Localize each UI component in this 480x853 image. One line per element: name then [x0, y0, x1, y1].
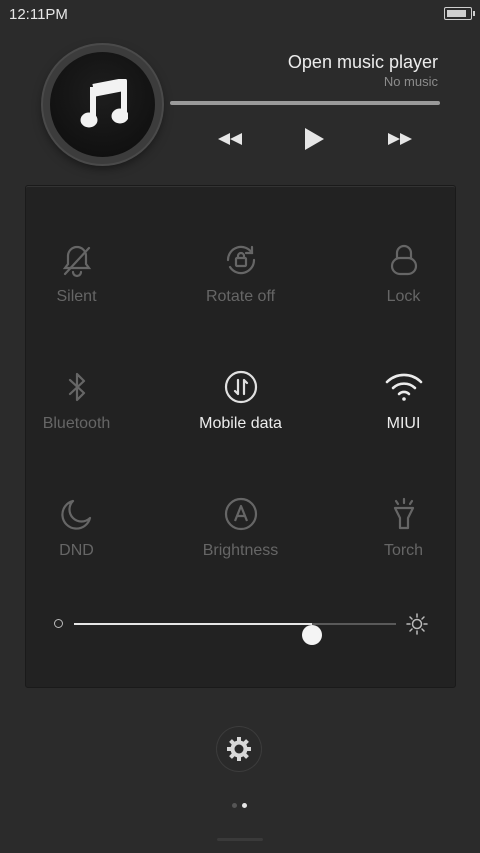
toggle-label-silent: Silent: [56, 288, 97, 305]
previous-button[interactable]: [214, 125, 246, 153]
music-subtitle: No music: [383, 74, 438, 89]
music-widget: Open music player No music: [0, 28, 480, 178]
toggle-label-rotate: Rotate off: [205, 288, 276, 305]
toggle-lock[interactable]: Lock: [332, 242, 475, 368]
toggle-bluetooth[interactable]: Bluetooth: [5, 369, 148, 495]
toggle-label-torch: Torch: [383, 542, 424, 559]
bluetooth-icon: [68, 372, 85, 402]
drag-handle[interactable]: [217, 838, 263, 841]
brightness-low-icon: [54, 619, 63, 628]
music-progress-track[interactable]: [170, 101, 440, 105]
toggle-silent[interactable]: Silent: [5, 242, 148, 368]
toggle-brightness[interactable]: Brightness: [169, 496, 312, 622]
toggle-wifi[interactable]: MIUI: [332, 369, 475, 495]
play-icon: [305, 128, 324, 150]
toggle-dnd[interactable]: DND: [5, 496, 148, 622]
page-dot-1: [232, 803, 237, 808]
previous-icon: [218, 133, 242, 145]
bell-off-icon: [62, 245, 91, 278]
toggle-label-mobile-data: Mobile data: [199, 415, 282, 432]
toggle-label-wifi: MIUI: [386, 415, 421, 432]
toggle-label-dnd: DND: [59, 542, 94, 559]
settings-button[interactable]: [217, 727, 261, 771]
page-dot-2: [242, 803, 247, 808]
mobile-data-icon: [224, 370, 257, 404]
toggle-torch[interactable]: Torch: [332, 496, 475, 622]
quick-settings-panel: Silent Rotate off Lock Bluetooth Mobile: [25, 185, 456, 688]
status-bar: 12:11PM: [0, 0, 480, 28]
rotate-lock-icon: [226, 245, 255, 275]
wifi-icon: [385, 373, 422, 401]
clock: 12:11PM: [9, 6, 68, 23]
toggle-label-lock: Lock: [386, 288, 421, 305]
toggle-label-bluetooth: Bluetooth: [42, 415, 111, 432]
gear-icon: [227, 737, 251, 761]
music-title[interactable]: Open music player: [288, 52, 438, 73]
next-icon: [388, 133, 412, 145]
toggle-label-brightness: Brightness: [202, 542, 279, 559]
brightness-track[interactable]: [74, 623, 396, 645]
torch-icon: [393, 497, 414, 530]
brightness-fill: [74, 623, 313, 625]
brightness-slider[interactable]: [52, 612, 432, 645]
toggle-rotate[interactable]: Rotate off: [169, 242, 312, 368]
toggle-mobile-data[interactable]: Mobile data: [169, 369, 312, 495]
lock-icon: [390, 244, 417, 276]
moon-icon: [60, 499, 91, 530]
next-button[interactable]: [384, 125, 416, 153]
music-note-icon: [80, 79, 128, 128]
brightness-high-icon: [406, 613, 428, 635]
auto-brightness-icon: [224, 497, 257, 531]
brightness-thumb[interactable]: [302, 625, 323, 645]
play-button[interactable]: [299, 125, 329, 153]
battery-icon: [444, 7, 475, 20]
album-disc[interactable]: [43, 45, 162, 164]
